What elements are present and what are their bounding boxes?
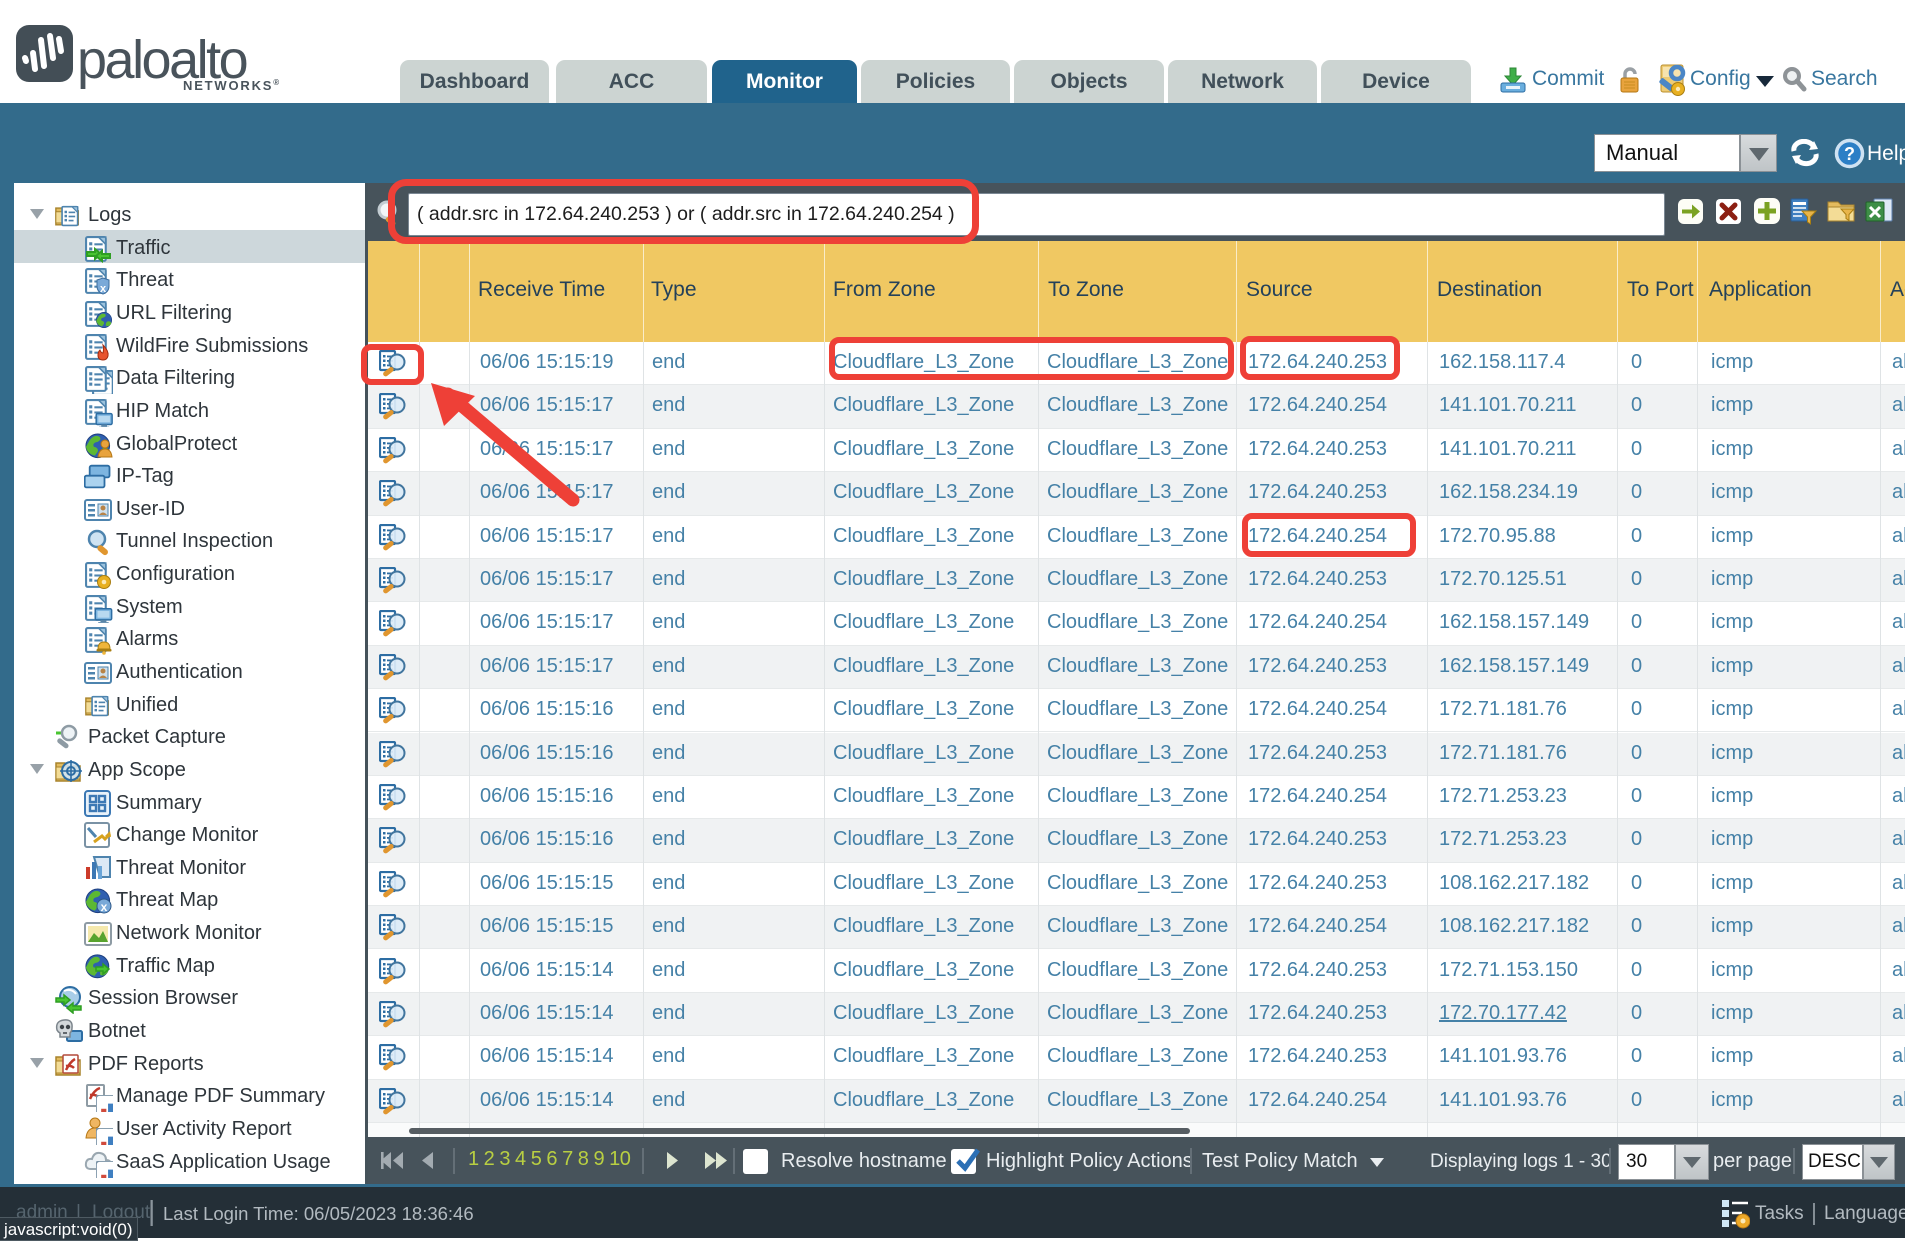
svg-text:?: ?	[1844, 144, 1855, 164]
svg-text:x: x	[101, 900, 108, 914]
svg-text:x: x	[100, 283, 107, 295]
